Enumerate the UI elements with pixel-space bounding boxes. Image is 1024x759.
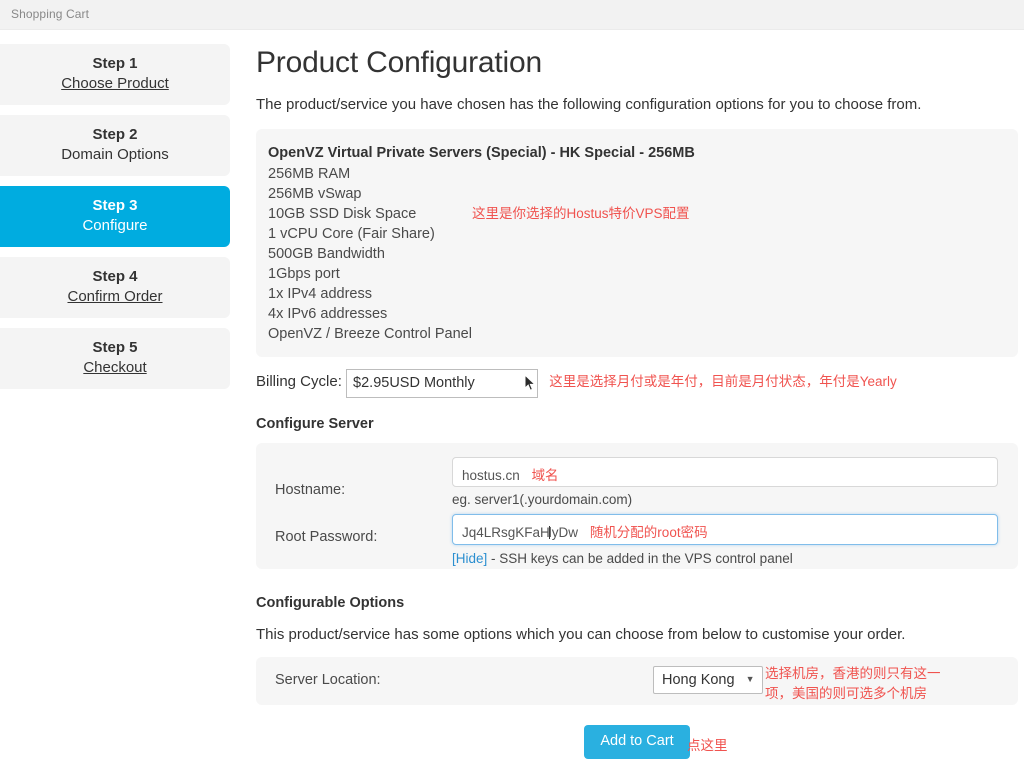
sidebar-step-5[interactable]: Step 5 Checkout [0, 328, 230, 389]
product-summary-panel: OpenVZ Virtual Private Servers (Special)… [256, 129, 1018, 357]
sidebar-step-4[interactable]: Step 4 Confirm Order [0, 257, 230, 318]
add-to-cart-row: Add to Cart 点这里 [256, 725, 1018, 759]
hostname-help-text: eg. server1(.yourdomain.com) [452, 491, 632, 509]
product-spec-ram: 256MB RAM [268, 164, 1006, 184]
root-password-value-after-caret: lyDw [549, 525, 578, 540]
page-intro-text: The product/service you have chosen has … [256, 95, 1018, 115]
server-location-panel: Server Location: Hong Kong ▼ 选择机房，香港的则只有… [256, 657, 1018, 705]
server-location-selected-value: Hong Kong [662, 672, 735, 688]
hostname-label: Hostname: [275, 482, 345, 498]
billing-cycle-row: Billing Cycle: $2.95USD Monthly 这里是选择月付或… [256, 369, 1018, 398]
product-spec-bandwidth: 500GB Bandwidth [268, 244, 1006, 264]
billing-cycle-select[interactable]: $2.95USD Monthly [346, 369, 538, 398]
server-location-annotation: 选择机房，香港的则只有这一项，美国的则可选多个机房 [765, 664, 955, 704]
root-password-help-text: [Hide] - SSH keys can be added in the VP… [452, 550, 793, 568]
sidebar-step-2[interactable]: Step 2 Domain Options [0, 115, 230, 176]
server-location-select[interactable]: Hong Kong ▼ [653, 666, 763, 694]
sidebar-step-1[interactable]: Step 1 Choose Product [0, 44, 230, 105]
configurable-options-heading: Configurable Options [256, 593, 1018, 613]
product-title: OpenVZ Virtual Private Servers (Special)… [268, 143, 1006, 163]
root-password-input[interactable]: Jq4LRsgKFaHlyDw 随机分配的root密码 [452, 514, 998, 545]
add-to-cart-button[interactable]: Add to Cart [584, 725, 689, 759]
add-to-cart-annotation: 点这里 [687, 734, 728, 754]
sidebar-step-1-label: Choose Product [0, 73, 230, 94]
billing-cycle-label: Billing Cycle: [256, 373, 342, 390]
billing-cycle-selected-value: $2.95USD Monthly [353, 375, 475, 391]
sidebar-step-1-number: Step 1 [0, 54, 230, 73]
hostname-input-value: hostus.cn [462, 468, 520, 483]
sidebar-step-3-label: Configure [0, 215, 230, 236]
window-title: Shopping Cart [11, 7, 89, 21]
root-password-value-before-caret: Jq4LRsgKFaH [462, 525, 550, 540]
sidebar-step-2-label: Domain Options [0, 144, 230, 165]
product-spec-cpu: 1 vCPU Core (Fair Share) [268, 224, 1006, 244]
hostname-annotation: 域名 [532, 468, 559, 483]
sidebar-step-4-label: Confirm Order [0, 286, 230, 307]
root-password-annotation: 随机分配的root密码 [590, 525, 708, 540]
sidebar-step-5-number: Step 5 [0, 338, 230, 357]
billing-cycle-annotation: 这里是选择月付或是年付，目前是月付状态，年付是Yearly [549, 374, 897, 389]
product-spec-ipv4: 1x IPv4 address [268, 284, 1006, 304]
product-spec-port: 1Gbps port [268, 264, 1006, 284]
browser-top-bar: Shopping Cart [0, 0, 1024, 30]
hide-password-link[interactable]: [Hide] [452, 551, 487, 566]
product-spec-vswap: 256MB vSwap [268, 184, 1006, 204]
page-title: Product Configuration [256, 44, 1018, 82]
site-watermark-note: www.hostus.cn制作 [982, 478, 998, 487]
server-location-label: Server Location: [275, 672, 381, 688]
product-annotation-note: 这里是你选择的Hostus特价VPS配置 [472, 204, 690, 224]
checkout-steps-sidebar: Step 1 Choose Product Step 2 Domain Opti… [0, 44, 232, 399]
product-spec-disk-text: 10GB SSD Disk Space [268, 206, 416, 222]
hostname-input[interactable]: hostus.cn 域名 www.hostus.cn制作 [452, 457, 998, 487]
product-spec-disk: 10GB SSD Disk Space 这里是你选择的Hostus特价VPS配置 [268, 204, 1006, 224]
configure-server-panel: Hostname: hostus.cn 域名 www.hostus.cn制作 e… [256, 443, 1018, 569]
configurable-options-intro: This product/service has some options wh… [256, 625, 1018, 645]
root-password-label: Root Password: [275, 529, 377, 545]
main-content: Product Configuration The product/servic… [256, 44, 1018, 759]
product-spec-panel: OpenVZ / Breeze Control Panel [268, 324, 1006, 344]
sidebar-step-2-number: Step 2 [0, 125, 230, 144]
product-spec-ipv6: 4x IPv6 addresses [268, 304, 1006, 324]
sidebar-step-3[interactable]: Step 3 Configure [0, 186, 230, 247]
sidebar-step-4-number: Step 4 [0, 267, 230, 286]
chevron-down-icon: ▼ [746, 670, 755, 688]
root-password-help-rest: - SSH keys can be added in the VPS contr… [487, 551, 792, 566]
configure-server-heading: Configure Server [256, 414, 1018, 434]
sidebar-step-3-number: Step 3 [0, 196, 230, 215]
sidebar-step-5-label: Checkout [0, 357, 230, 378]
